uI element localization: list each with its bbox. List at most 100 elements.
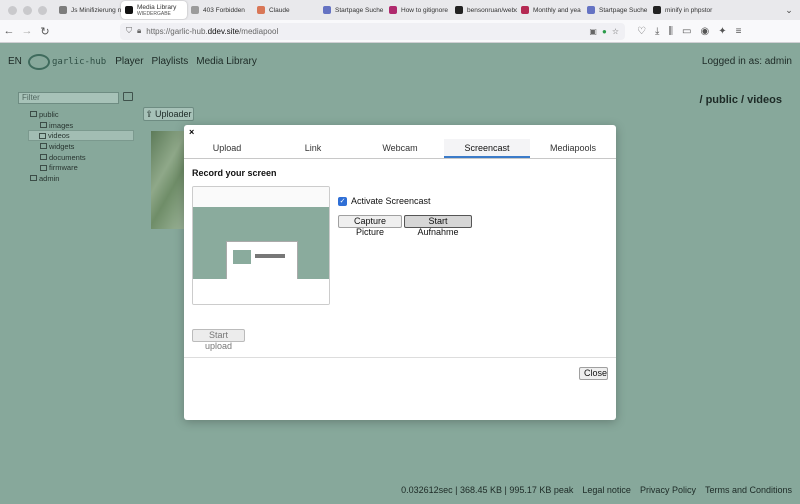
folder-icon	[40, 164, 47, 171]
tab-title: 403 Forbidden	[203, 6, 245, 14]
tree-item[interactable]: widgets	[30, 141, 134, 152]
tab-favicon-icon	[257, 6, 265, 14]
folder-icon	[40, 143, 47, 150]
tree-item[interactable]: public	[30, 109, 134, 120]
nav-playlists[interactable]: Playlists	[152, 56, 189, 67]
tree-item-label: public	[39, 109, 59, 119]
media-thumbnail[interactable]	[151, 131, 185, 229]
menu-icon[interactable]: ≡	[736, 26, 742, 37]
tree-item-label: widgets	[49, 141, 75, 151]
logged-in-user[interactable]: Logged in as: admin	[702, 56, 792, 67]
page-footer: 0.032612sec | 368.45 KB | 995.17 KB peak…	[401, 485, 792, 495]
pocket-icon[interactable]: ♡	[637, 26, 646, 37]
screencast-preview	[192, 186, 330, 305]
tree-item-label: documents	[49, 152, 86, 162]
browser-tab[interactable]: 403 Forbidden	[187, 2, 253, 18]
tree-item[interactable]: firmware	[30, 162, 134, 173]
screen-share-icon[interactable]: ▣	[589, 27, 597, 36]
garlic-logo-icon	[28, 53, 50, 70]
activate-screencast-label: Activate Screencast	[351, 196, 431, 206]
tab-favicon-icon	[125, 6, 133, 14]
close-window-icon[interactable]	[8, 5, 17, 15]
tab-screencast[interactable]: Screencast	[444, 139, 530, 158]
capture-picture-button[interactable]: Capture Picture	[338, 215, 402, 237]
reload-icon[interactable]: ↻	[36, 25, 54, 38]
activate-screencast-checkbox[interactable]: ✓	[338, 196, 347, 206]
upload-icon: ⇪	[145, 108, 153, 119]
modal-tabs: Upload Link Webcam Screencast Mediapools	[184, 139, 616, 159]
start-recording-button[interactable]: Start Aufnahme	[404, 215, 472, 237]
tree-item[interactable]: videos	[28, 130, 134, 142]
close-button[interactable]: Close	[579, 367, 608, 380]
url-bar[interactable]: ⛉ 🔒︎ https://garlic-hub.ddev.site/mediap…	[120, 22, 625, 40]
legal-notice-link[interactable]: Legal notice	[582, 485, 631, 495]
download-icon[interactable]: ⤓	[655, 26, 659, 37]
tab-favicon-icon	[59, 6, 67, 14]
tab-mediapools[interactable]: Mediapools	[530, 139, 616, 158]
tab-title: Monthly and yea	[533, 6, 581, 14]
privacy-policy-link[interactable]: Privacy Policy	[640, 485, 696, 495]
browser-tab[interactable]: How to gitignore	[385, 2, 451, 18]
maximize-window-icon[interactable]	[38, 5, 47, 15]
tree-item-label: firmware	[49, 163, 78, 173]
browser-tab[interactable]: Js Minifizierung n	[55, 2, 121, 18]
tab-title: Startpage Suche	[599, 6, 648, 14]
tab-webcam[interactable]: Webcam	[356, 139, 444, 158]
nav-player[interactable]: Player	[115, 56, 143, 67]
browser-tab-bar: Js Minifizierung n Media Library WIEDERGAB…	[0, 0, 800, 20]
tree-item[interactable]: admin	[30, 173, 134, 184]
nav-media-library[interactable]: Media Library	[196, 56, 257, 67]
tab-title: Js Minifizierung n	[71, 6, 121, 14]
terms-link[interactable]: Terms and Conditions	[705, 485, 792, 495]
tab-title: bensonruan/webc	[467, 6, 517, 14]
minimize-window-icon[interactable]	[23, 5, 32, 15]
folder-tree: public images videos widgets documents firmwa…	[28, 109, 134, 184]
browser-tab[interactable]: Monthly and yea	[517, 2, 583, 18]
browser-tab[interactable]: minify in phpstor	[649, 2, 715, 18]
tab-favicon-icon	[455, 6, 463, 14]
new-folder-icon[interactable]	[123, 92, 133, 101]
account-icon[interactable]: ◉	[700, 26, 709, 37]
browser-tab[interactable]: Claude	[253, 2, 319, 18]
tab-favicon-icon	[323, 6, 331, 14]
tab-title: Startpage Suche	[335, 6, 384, 14]
garlic-hub-logo[interactable]: garlic-hub	[28, 53, 106, 70]
tab-list-chevron-icon[interactable]: ⌄	[778, 5, 800, 16]
close-icon[interactable]: ×	[189, 127, 194, 137]
browser-nav-bar: ← → ↻ ⛉ 🔒︎ https://garlic-hub.ddev.site/…	[0, 20, 800, 43]
tab-title: Claude	[269, 6, 290, 14]
activate-screencast-row[interactable]: ✓ Activate Screencast	[338, 196, 431, 206]
filter-input[interactable]: Filter	[18, 92, 119, 104]
bookmark-star-icon[interactable]: ☆	[612, 27, 619, 36]
sidebar-icon[interactable]: ▭	[682, 26, 691, 37]
performance-stats: 0.032612sec | 368.45 KB | 995.17 KB peak	[401, 485, 574, 495]
back-arrow-icon[interactable]: ←	[0, 25, 18, 37]
window-controls	[0, 5, 55, 15]
browser-tab[interactable]: Startpage Suche	[319, 2, 385, 18]
tab-upload[interactable]: Upload	[184, 139, 270, 158]
extensions-icon[interactable]: ✦	[718, 26, 726, 37]
app-header: EN garlic-hub Player Playlists Media Lib…	[0, 43, 800, 80]
tree-item[interactable]: documents	[30, 152, 134, 163]
tree-item-label: images	[49, 120, 74, 130]
folder-icon	[40, 122, 47, 129]
library-icon[interactable]: ⫼	[668, 26, 673, 37]
tab-link[interactable]: Link	[270, 139, 356, 158]
shield-icon[interactable]: ⛉	[126, 26, 132, 36]
uploader-button[interactable]: ⇪ Uploader	[143, 107, 194, 121]
tab-subtitle: WIEDERGABE	[137, 10, 171, 17]
forward-arrow-icon[interactable]: →	[18, 25, 36, 37]
tab-title: minify in phpstor	[665, 6, 713, 14]
preview-screen	[193, 207, 329, 289]
url-text: https://garlic-hub.ddev.site/mediapool	[146, 26, 279, 36]
tab-title: How to gitignore	[401, 6, 448, 14]
extension-icon[interactable]: ●	[602, 27, 607, 36]
browser-tab[interactable]: Media Library WIEDERGABE	[121, 1, 187, 19]
start-upload-button[interactable]: Start upload	[192, 329, 245, 351]
browser-tab[interactable]: Startpage Suche	[583, 2, 649, 18]
toolbar-icons: ♡ ⤓ ⫼ ▭ ◉ ✦ ≡	[637, 26, 741, 37]
browser-tab[interactable]: bensonruan/webc	[451, 2, 517, 18]
lock-icon[interactable]: 🔒︎	[137, 26, 141, 36]
language-switch[interactable]: EN	[8, 56, 28, 67]
tree-item[interactable]: images	[30, 120, 134, 131]
